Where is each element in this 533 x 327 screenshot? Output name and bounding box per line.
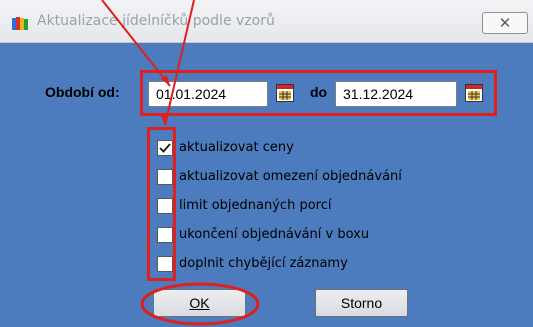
- annotation-date-range-box: [140, 70, 497, 116]
- annotation-checkbox-column-box: [147, 127, 176, 281]
- cancel-button-label: Storno: [340, 295, 383, 311]
- window-title: Aktualizace jídelníčků podle vzorů: [37, 13, 275, 29]
- close-icon: ✕: [498, 14, 512, 32]
- app-icon: [12, 17, 28, 30]
- option-label: ukončení objednávání v boxu: [179, 227, 370, 242]
- title-bar: Aktualizace jídelníčků podle vzorů ✕: [0, 0, 533, 43]
- cancel-button[interactable]: Storno: [315, 289, 408, 317]
- annotation-overlay: [101, 0, 260, 326]
- period-from-label: Období od: [45, 84, 115, 100]
- option-label: doplnit chybějící záznamy: [179, 256, 348, 271]
- option-label: limit objednaných porcí: [179, 198, 332, 213]
- option-label: aktualizovat ceny: [179, 140, 294, 155]
- close-button[interactable]: ✕: [482, 12, 528, 34]
- dialog-window: Aktualizace jídelníčků podle vzorů ✕ Obd…: [0, 0, 533, 327]
- ok-button[interactable]: OK: [153, 289, 246, 317]
- ok-button-label: OK: [189, 295, 210, 311]
- colon: :: [114, 84, 120, 100]
- option-label: aktualizovat omezení objednávání: [179, 169, 402, 184]
